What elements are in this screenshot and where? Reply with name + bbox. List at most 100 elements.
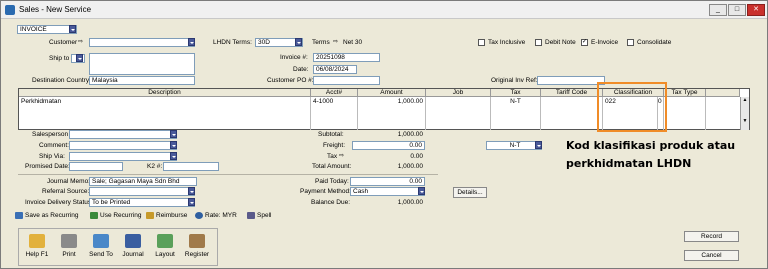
scroll-down-icon[interactable]: ▼ bbox=[741, 118, 749, 124]
payment-method-select[interactable]: Cash bbox=[350, 187, 425, 196]
journal-memo-field[interactable]: Sale; Gagasan Maya Sdn Bhd bbox=[89, 177, 197, 186]
customer-po-label: Customer PO #: bbox=[267, 77, 314, 84]
register-button[interactable]: Register bbox=[181, 230, 213, 265]
print-button[interactable]: Print bbox=[53, 230, 85, 265]
dest-country-field[interactable]: Malaysia bbox=[89, 76, 195, 85]
save-icon bbox=[15, 212, 23, 219]
journal-button[interactable]: Journal bbox=[117, 230, 149, 265]
rate-label: Rate: MYR bbox=[205, 212, 237, 219]
send-icon bbox=[93, 234, 109, 248]
delivery-select[interactable]: To be Printed bbox=[89, 198, 195, 207]
ship-to-dropdown-icon[interactable] bbox=[76, 54, 83, 62]
referral-field[interactable] bbox=[89, 187, 195, 196]
grid-scrollbar[interactable]: ▲ ▼ bbox=[740, 97, 749, 130]
terms-label: LHDN Terms: bbox=[213, 39, 252, 46]
consolidate-checkbox[interactable] bbox=[627, 39, 634, 46]
rate-button[interactable]: Rate: MYR bbox=[195, 210, 237, 221]
invoice-no-field[interactable]: 20251098 bbox=[313, 53, 380, 62]
tax-inclusive-checkbox[interactable] bbox=[478, 39, 485, 46]
send-to-button[interactable]: Send To bbox=[85, 230, 117, 265]
customer-dropdown-icon[interactable] bbox=[188, 38, 195, 46]
terms-dropdown-icon[interactable] bbox=[295, 38, 302, 46]
customer-po-field[interactable] bbox=[313, 76, 380, 85]
freight-label: Freight: bbox=[323, 142, 346, 149]
col-blank bbox=[706, 89, 740, 97]
terms-desc: Net 30 bbox=[343, 39, 363, 46]
window-title: Sales - New Service bbox=[19, 5, 92, 14]
k2-field[interactable] bbox=[163, 162, 219, 171]
layout-icon bbox=[157, 234, 173, 248]
referral-dropdown-icon[interactable] bbox=[188, 187, 195, 195]
record-button[interactable]: Record bbox=[684, 231, 739, 242]
freight-field[interactable]: 0.00 bbox=[352, 141, 425, 150]
journal-memo-label: Journal Memo: bbox=[47, 178, 90, 185]
tax-arrow-icon[interactable]: ⇨ bbox=[339, 152, 344, 159]
date-field[interactable]: 06/08/2024 bbox=[313, 65, 357, 74]
salesperson-dropdown-icon[interactable] bbox=[170, 130, 177, 138]
payment-method-dropdown-icon[interactable] bbox=[418, 187, 425, 195]
cell-amount[interactable]: 1,000.00 bbox=[358, 97, 426, 130]
ship-to-address[interactable] bbox=[89, 53, 195, 75]
k2-label: K2 #: bbox=[147, 163, 163, 170]
details-button[interactable]: Details... bbox=[453, 187, 487, 198]
cell-tax[interactable]: N-T bbox=[491, 97, 541, 130]
layout-button[interactable]: Layout bbox=[149, 230, 181, 265]
einvoice-label: E-Invoice bbox=[591, 39, 619, 46]
promised-date-label: Promised Date: bbox=[25, 163, 70, 170]
tax-inclusive-label: Tax Inclusive bbox=[488, 39, 526, 46]
date-label: Date: bbox=[293, 66, 309, 73]
ship-to-label: Ship to bbox=[49, 55, 70, 62]
cell-job[interactable] bbox=[426, 97, 491, 130]
cell-tax-type[interactable] bbox=[664, 97, 706, 130]
comment-dropdown-icon[interactable] bbox=[170, 141, 177, 149]
cell-description[interactable]: Perkhidmatan bbox=[19, 97, 311, 130]
cancel-button[interactable]: Cancel bbox=[684, 250, 739, 261]
paid-today-field[interactable]: 0.00 bbox=[350, 177, 425, 186]
ship-via-dropdown-icon[interactable] bbox=[170, 152, 177, 160]
zoom-arrow-icon[interactable]: ⇨ bbox=[78, 38, 83, 45]
spell-button[interactable]: Spell bbox=[247, 210, 271, 221]
customer-field[interactable] bbox=[89, 38, 195, 47]
col-tax: Tax bbox=[491, 89, 541, 97]
col-acct: Acct# bbox=[311, 89, 358, 97]
save-recurring-button[interactable]: Save as Recurring bbox=[15, 210, 78, 221]
tax-label: Tax bbox=[327, 153, 338, 160]
col-tariff-code: Tariff Code bbox=[541, 89, 603, 97]
orig-inv-ref-label: Original Inv Ref: bbox=[491, 77, 538, 84]
form-type-dropdown-icon[interactable] bbox=[69, 25, 76, 33]
close-icon[interactable]: ✕ bbox=[747, 4, 765, 16]
delivery-dropdown-icon[interactable] bbox=[188, 198, 195, 206]
journal-icon bbox=[125, 234, 141, 248]
form-type-select[interactable]: INVOICE bbox=[17, 25, 77, 34]
classification-highlight bbox=[597, 82, 667, 132]
freight-tax-select[interactable]: N-T bbox=[486, 141, 542, 150]
payment-method-label: Payment Method: bbox=[300, 188, 351, 195]
orig-inv-ref-field[interactable] bbox=[537, 76, 605, 85]
minimize-icon[interactable]: _ bbox=[709, 4, 727, 16]
reimburse-button[interactable]: Reimburse bbox=[146, 210, 187, 221]
promised-date-field[interactable] bbox=[69, 162, 123, 171]
cell-tariff[interactable] bbox=[541, 97, 603, 130]
scroll-up-icon[interactable]: ▲ bbox=[741, 97, 749, 103]
ship-via-field[interactable] bbox=[69, 152, 177, 161]
col-tax-type: Tax Type bbox=[664, 89, 706, 97]
terms-arrow-icon[interactable]: ⇨ bbox=[333, 38, 338, 45]
help-label: Help F1 bbox=[25, 251, 49, 258]
maximize-icon[interactable]: □ bbox=[728, 4, 746, 16]
cell-acct[interactable]: 4-1000 bbox=[311, 97, 358, 130]
dest-country-label: Destination Country: bbox=[32, 77, 91, 84]
sales-window: Sales - New Service _ □ ✕ INVOICE Custom… bbox=[0, 0, 768, 269]
freight-tax-dropdown-icon[interactable] bbox=[535, 141, 542, 149]
currency-icon bbox=[195, 212, 203, 219]
salesperson-field[interactable] bbox=[69, 130, 177, 139]
einvoice-checkbox[interactable]: ✓ bbox=[581, 39, 588, 46]
reimburse-icon bbox=[146, 212, 154, 219]
comment-field[interactable] bbox=[69, 141, 177, 150]
help-button[interactable]: Help F1 bbox=[21, 230, 53, 265]
recurring-icon bbox=[90, 212, 98, 219]
debit-note-checkbox[interactable] bbox=[535, 39, 542, 46]
use-recurring-button[interactable]: Use Recurring bbox=[90, 210, 142, 221]
total-value: 1,000.00 bbox=[397, 163, 423, 170]
annotation-line2: perkhidmatan LHDN bbox=[566, 157, 692, 170]
col-amount: Amount bbox=[358, 89, 426, 97]
